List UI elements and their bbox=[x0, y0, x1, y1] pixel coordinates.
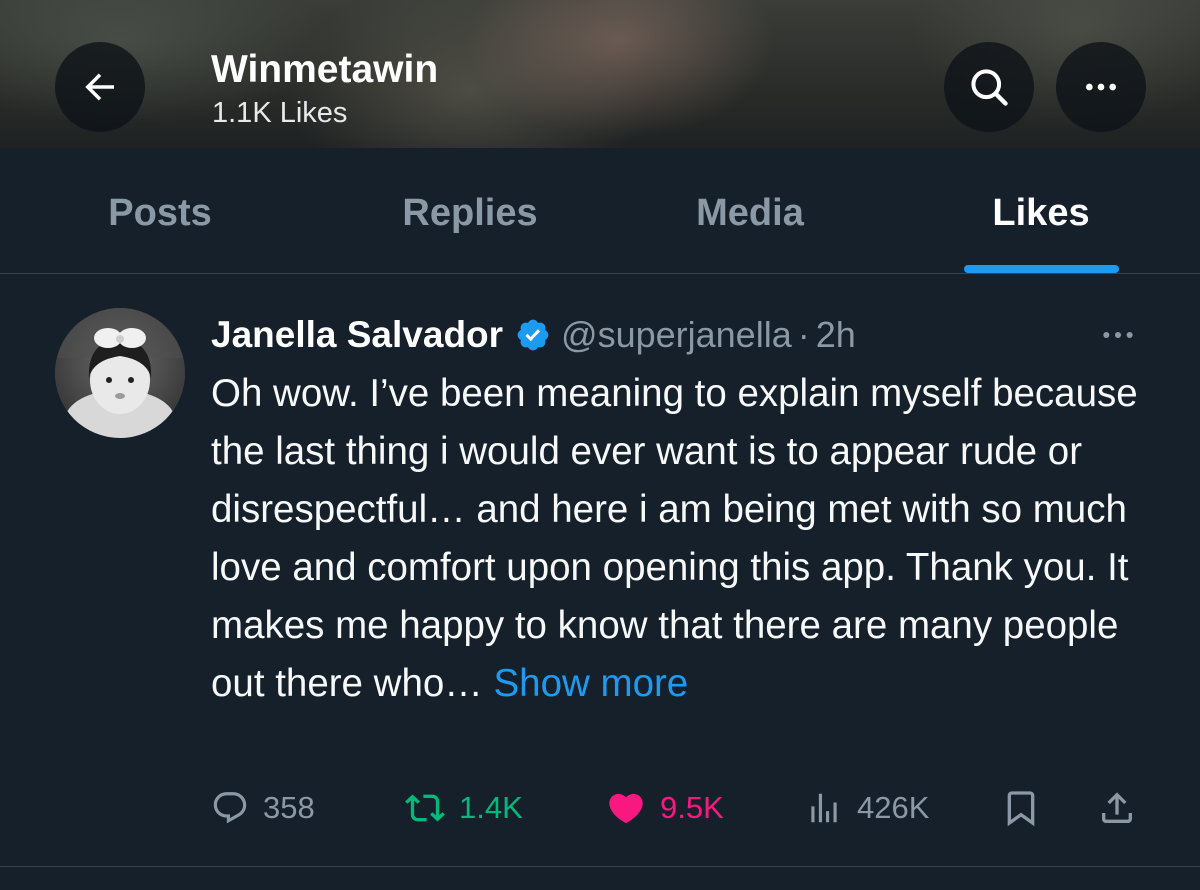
post-more-button[interactable] bbox=[1098, 315, 1138, 360]
like-button[interactable]: 9.5K bbox=[606, 783, 724, 833]
tab-media[interactable]: Media bbox=[696, 192, 804, 235]
bookmark-button[interactable] bbox=[1001, 783, 1055, 833]
reply-button[interactable]: 358 bbox=[211, 783, 315, 833]
post-header: Janella Salvador @superjanella · 2h bbox=[211, 311, 856, 359]
verified-badge-icon[interactable] bbox=[515, 317, 551, 353]
like-count: 9.5K bbox=[660, 790, 724, 825]
post-actions: 358 1.4K 9.5K 426K bbox=[0, 783, 1200, 833]
author-handle[interactable]: @superjanella bbox=[561, 314, 792, 356]
profile-header: Winmetawin 1.1K Likes bbox=[0, 0, 1200, 148]
post[interactable]: Janella Salvador @superjanella · 2h Oh w… bbox=[0, 275, 1200, 867]
share-button[interactable] bbox=[1097, 783, 1151, 833]
avatar[interactable] bbox=[55, 308, 185, 438]
heart-icon bbox=[609, 793, 643, 824]
search-button[interactable] bbox=[944, 42, 1034, 132]
more-options-button[interactable] bbox=[1056, 42, 1146, 132]
show-more-link[interactable]: Show more bbox=[494, 662, 689, 705]
profile-name: Winmetawin bbox=[211, 48, 439, 91]
tab-posts[interactable]: Posts bbox=[108, 192, 211, 235]
reply-icon bbox=[213, 792, 247, 824]
separator-dot: · bbox=[797, 314, 810, 355]
author-name[interactable]: Janella Salvador bbox=[211, 314, 503, 356]
reply-count: 358 bbox=[263, 790, 315, 825]
tab-replies[interactable]: Replies bbox=[402, 192, 537, 235]
active-tab-indicator bbox=[964, 265, 1119, 273]
repost-button[interactable]: 1.4K bbox=[405, 783, 523, 833]
post-text: Oh wow. I’ve been meaning to explain mys… bbox=[211, 365, 1171, 713]
bookmark-icon bbox=[1007, 791, 1035, 827]
repost-count: 1.4K bbox=[459, 790, 523, 825]
post-time[interactable]: 2h bbox=[816, 314, 856, 356]
views-count: 426K bbox=[857, 790, 930, 825]
search-icon bbox=[971, 69, 1008, 106]
share-icon bbox=[1102, 792, 1132, 823]
retweet-icon bbox=[405, 794, 445, 822]
post-body: Oh wow. I’ve been meaning to explain mys… bbox=[211, 372, 1138, 705]
more-icon bbox=[1103, 332, 1133, 338]
profile-tabs: Posts Replies Media Likes bbox=[0, 148, 1200, 274]
views-icon bbox=[811, 793, 837, 823]
tab-likes[interactable]: Likes bbox=[992, 192, 1089, 235]
avatar-image bbox=[55, 308, 185, 438]
back-arrow-icon bbox=[85, 73, 114, 101]
back-button[interactable] bbox=[55, 42, 145, 132]
likes-count: 1.1K Likes bbox=[212, 97, 348, 129]
more-icon bbox=[1086, 83, 1116, 91]
views-button[interactable]: 426K bbox=[805, 783, 929, 833]
